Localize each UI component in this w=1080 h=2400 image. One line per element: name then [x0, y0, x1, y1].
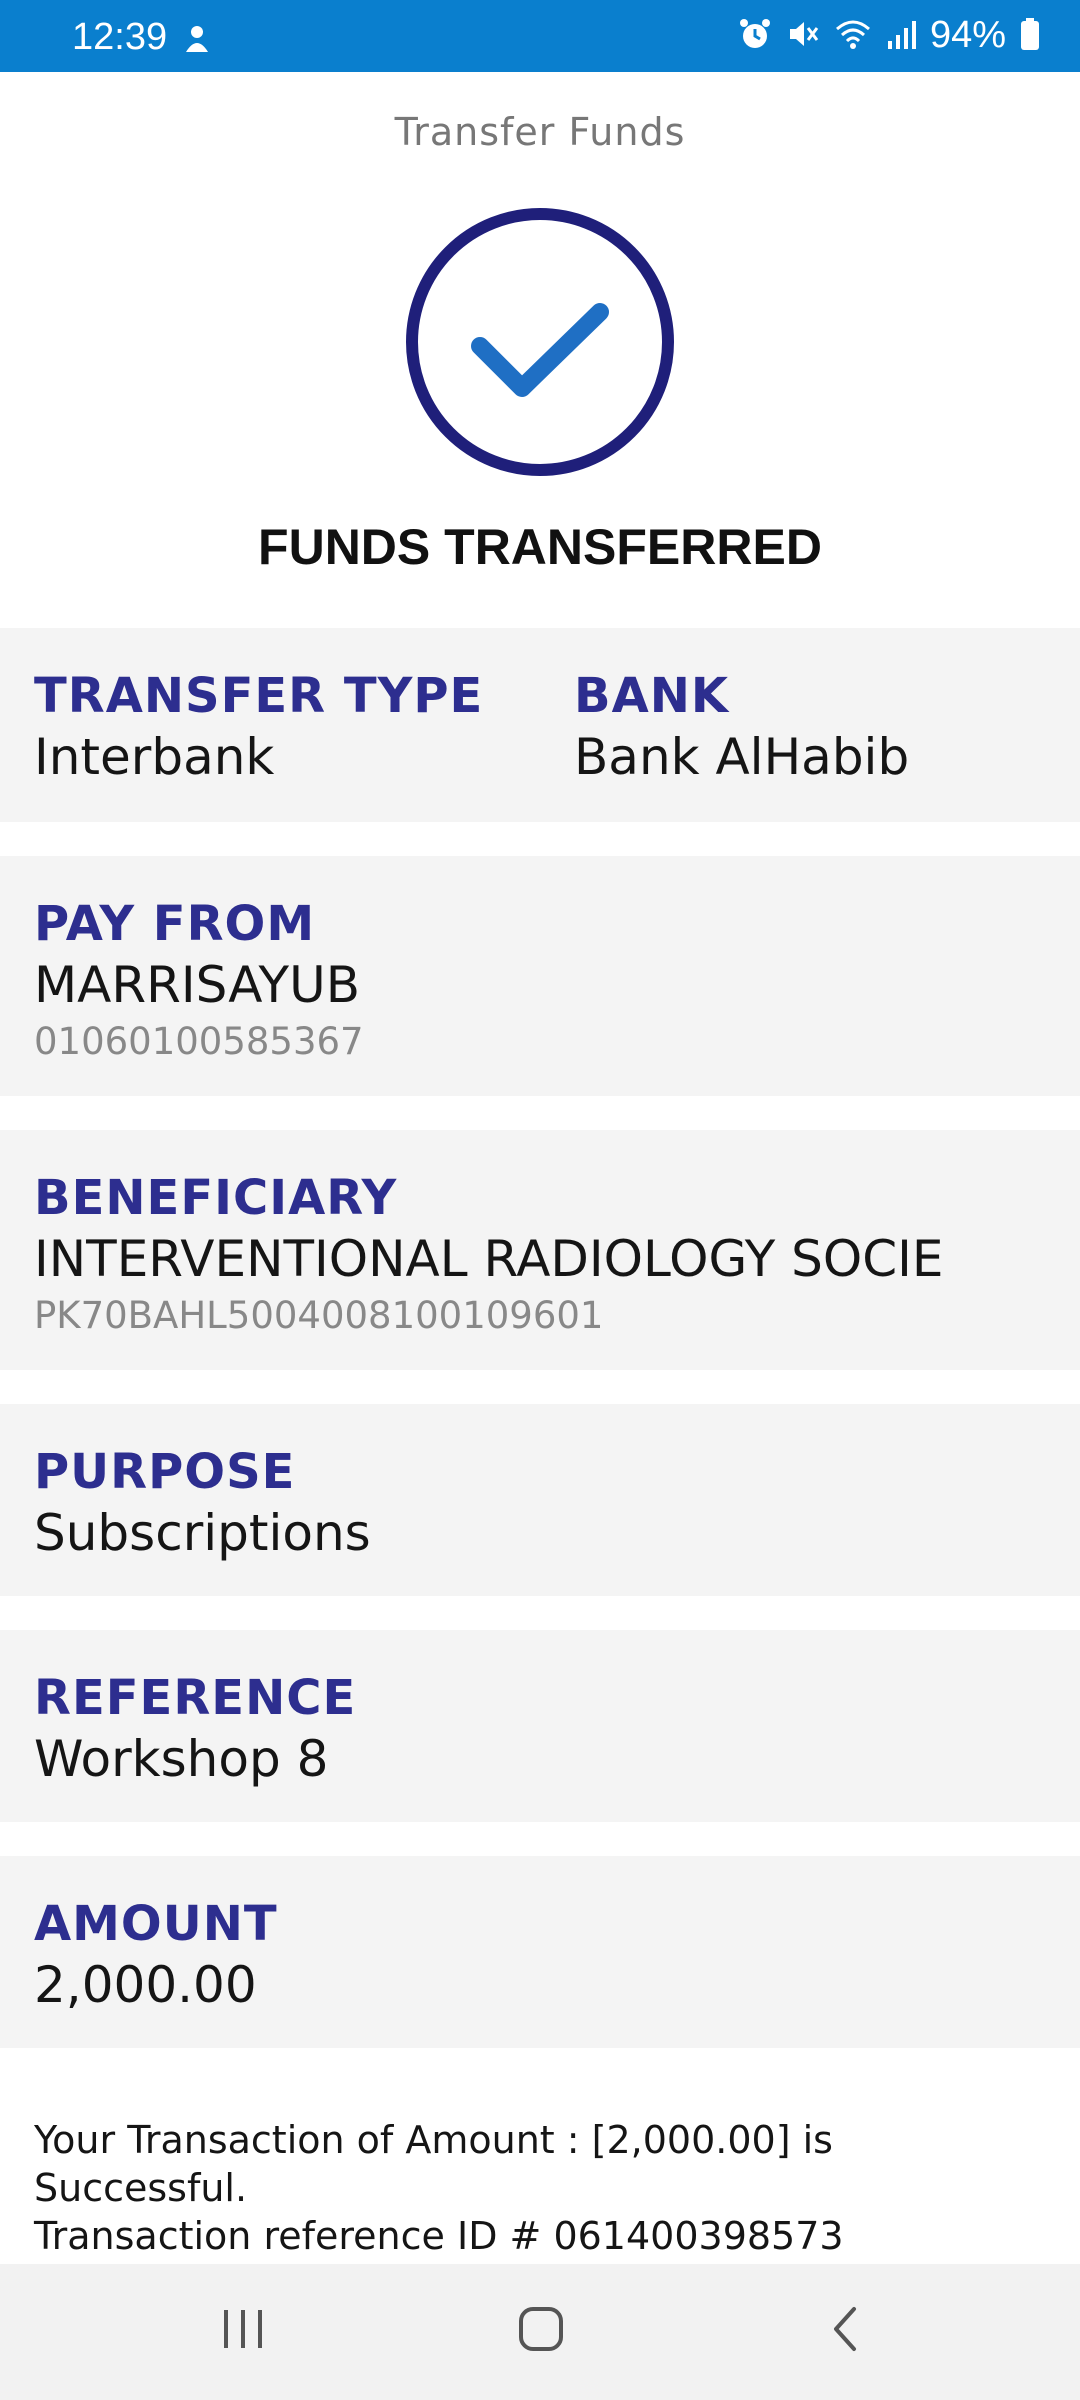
transfer-type-value: Interbank — [34, 728, 275, 786]
beneficiary-account: PK70BAHL5004008100109601 — [34, 1294, 604, 1337]
pay-from-account: 01060100585367 — [34, 1020, 364, 1063]
beneficiary-card: BENEFICIARY INTERVENTIONAL RADIOLOGY SOC… — [0, 1130, 1080, 1370]
bank-label: BANK — [574, 668, 730, 724]
battery-percent: 94% — [929, 14, 1006, 56]
status-icons: 94% — [738, 14, 1040, 57]
reference-card: REFERENCE Workshop 8 — [0, 1630, 1080, 1822]
reference-label: REFERENCE — [34, 1670, 357, 1726]
transaction-reference-text: Transaction reference ID # 061400398573 — [34, 2214, 844, 2258]
purpose-card: PURPOSE Subscriptions — [0, 1404, 1080, 1596]
beneficiary-name: INTERVENTIONAL RADIOLOGY SOCIE — [34, 1230, 944, 1288]
home-icon[interactable] — [516, 2304, 566, 2358]
wifi-icon — [834, 17, 872, 55]
pay-from-label: PAY FROM — [34, 896, 316, 952]
person-icon — [184, 24, 210, 58]
signal-icon — [886, 17, 916, 55]
battery-icon — [1020, 17, 1040, 55]
amount-card: AMOUNT 2,000.00 — [0, 1856, 1080, 2048]
transfer-type-card: TRANSFER TYPE Interbank BANK Bank AlHabi… — [0, 628, 1080, 822]
amount-value: 2,000.00 — [34, 1956, 257, 2014]
mute-icon — [786, 17, 820, 55]
recent-apps-icon[interactable] — [220, 2304, 266, 2358]
transaction-status-text: Your Transaction of Amount : [2,000.00] … — [34, 2118, 833, 2210]
status-time: 12:39 — [72, 16, 168, 58]
back-icon[interactable] — [826, 2304, 866, 2358]
system-nav-bar — [0, 2264, 1080, 2400]
transaction-message: Your Transaction of Amount : [2,000.00] … — [34, 2116, 1044, 2260]
beneficiary-label: BENEFICIARY — [34, 1170, 398, 1226]
amount-label: AMOUNT — [34, 1896, 278, 1952]
page-title: Transfer Funds — [394, 110, 686, 154]
success-heading: FUNDS TRANSFERRED — [258, 519, 822, 575]
alarm-icon — [738, 17, 772, 55]
check-circle-icon — [404, 206, 676, 478]
pay-from-card: PAY FROM MARRISAYUB 01060100585367 — [0, 856, 1080, 1096]
purpose-label: PURPOSE — [34, 1444, 296, 1500]
status-bar: 12:39 94% — [0, 0, 1080, 72]
pay-from-name: MARRISAYUB — [34, 956, 361, 1014]
purpose-value: Subscriptions — [34, 1504, 371, 1562]
bank-value: Bank AlHabib — [574, 728, 910, 786]
transfer-type-label: TRANSFER TYPE — [34, 668, 484, 724]
reference-value: Workshop 8 — [34, 1730, 329, 1788]
